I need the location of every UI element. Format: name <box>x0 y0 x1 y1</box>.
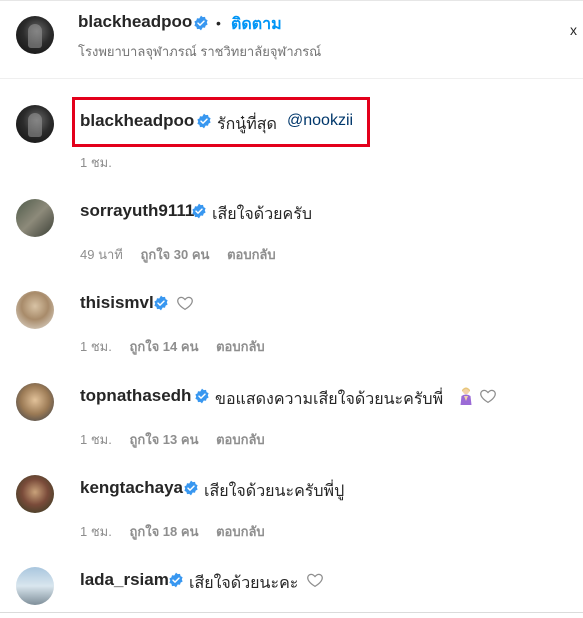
likes-count-button[interactable]: ถูกใจ 13 คน <box>129 432 198 447</box>
verified-badge-icon <box>169 572 183 588</box>
reply-button[interactable]: ตอบกลับ <box>216 524 265 539</box>
comment-avatar[interactable] <box>16 199 54 237</box>
separator-dot: • <box>216 15 221 31</box>
close-icon[interactable]: x <box>570 22 577 38</box>
heart-outline-icon[interactable] <box>176 294 194 312</box>
comment-text: เสียใจด้วยนะครับพี่ปู <box>204 483 345 500</box>
heart-outline-icon[interactable] <box>306 571 324 589</box>
comment-username[interactable]: lada_rsiam <box>80 570 169 590</box>
comment-time: 49 นาที <box>80 247 123 262</box>
avatar[interactable] <box>16 16 54 54</box>
follow-button[interactable]: ติดตาม <box>231 12 282 37</box>
comment-username[interactable]: topnathasedh <box>80 386 191 406</box>
comment-meta: 49 นาที ถูกใจ 30 คน ตอบกลับ <box>80 244 290 265</box>
verified-badge-icon <box>192 203 206 219</box>
post-header: blackheadpoo • ติดตาม โรงพยาบาลจุฬาภรณ์ … <box>0 0 583 79</box>
comment-time: 1 ชม. <box>80 524 112 539</box>
comment-username[interactable]: kengtachaya <box>80 478 183 498</box>
comment-time: 1 ชม. <box>80 339 112 354</box>
comment-text: เสียใจด้วยนะคะ <box>189 575 299 592</box>
comment-avatar[interactable] <box>16 475 54 513</box>
comment-avatar[interactable] <box>16 383 54 421</box>
verified-badge-icon <box>195 388 209 404</box>
reply-button[interactable]: ตอบกลับ <box>216 339 265 354</box>
caption-avatar[interactable] <box>16 105 54 143</box>
header-username[interactable]: blackheadpoo <box>78 12 192 32</box>
verified-badge-icon <box>184 480 198 496</box>
heart-outline-icon[interactable] <box>479 387 497 405</box>
highlight-box <box>72 97 370 147</box>
comment-meta: 1 ชม. ถูกใจ 18 คน ตอบกลับ <box>80 521 279 542</box>
likes-count-button[interactable]: ถูกใจ 18 คน <box>129 524 198 539</box>
comment-text: เสียใจด้วยครับ <box>212 206 312 223</box>
likes-count-button[interactable]: ถูกใจ 14 คน <box>129 339 198 354</box>
comment-avatar[interactable] <box>16 291 54 329</box>
verified-badge-icon <box>154 295 168 311</box>
person-emoji-icon <box>460 387 472 405</box>
comment-time: 1 ชม. <box>80 432 112 447</box>
comment-meta: 1 ชม. ถูกใจ 14 คน ตอบกลับ <box>80 336 279 357</box>
comment-avatar[interactable] <box>16 567 54 605</box>
location-link[interactable]: โรงพยาบาลจุฬาภรณ์ ราชวิทยาลัยจุฬาภรณ์ <box>78 41 321 62</box>
verified-badge-icon <box>194 15 208 31</box>
bottom-divider <box>0 612 583 613</box>
reply-button[interactable]: ตอบกลับ <box>216 432 265 447</box>
reply-button[interactable]: ตอบกลับ <box>227 247 276 262</box>
comment-text: ขอแสดงความเสียใจด้วยนะครับพี่ <box>215 391 444 408</box>
caption-time: 1 ชม. <box>80 155 112 170</box>
comment-username[interactable]: sorrayuth9111 <box>80 201 194 221</box>
likes-count-button[interactable]: ถูกใจ 30 คน <box>140 247 209 262</box>
comment-username[interactable]: thisismvl <box>80 293 154 313</box>
comment-meta: 1 ชม. ถูกใจ 13 คน ตอบกลับ <box>80 429 279 450</box>
